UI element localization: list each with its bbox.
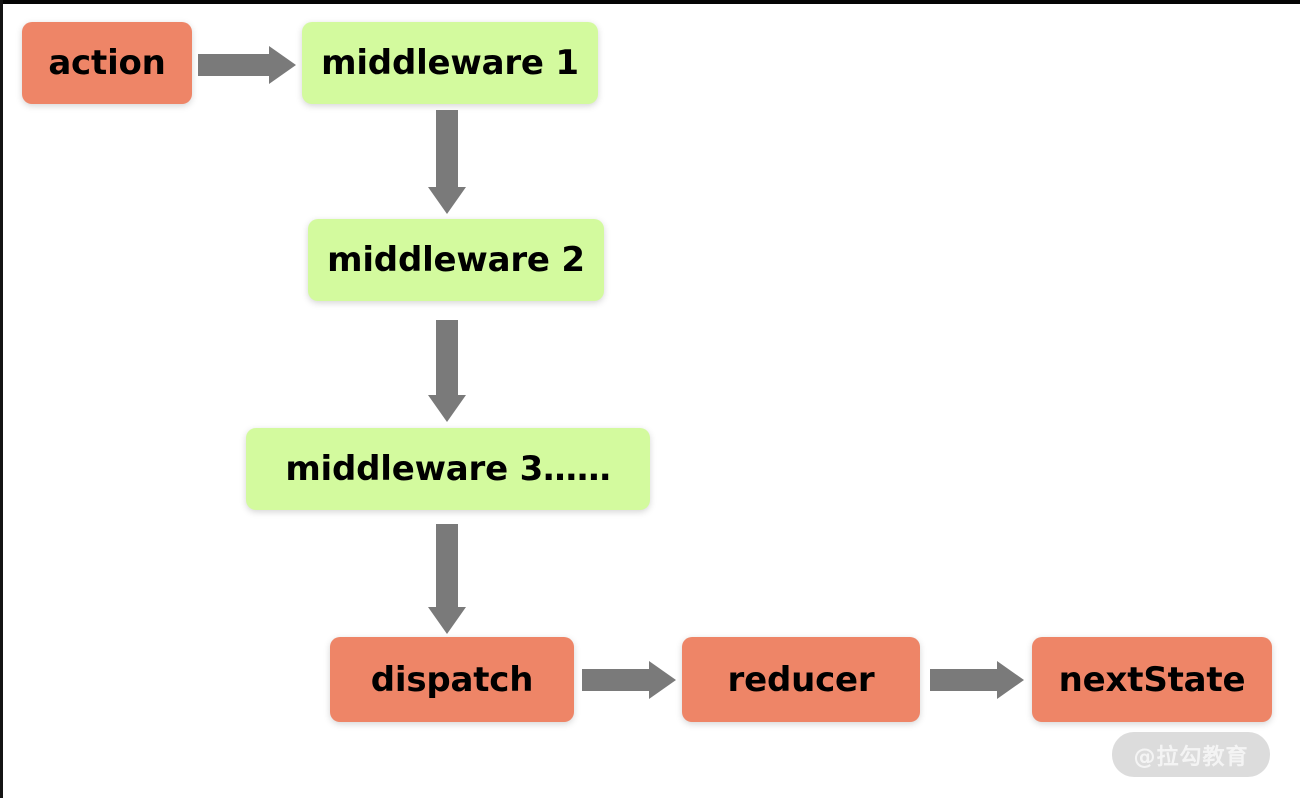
node-action: action: [22, 22, 192, 104]
arrow-action-to-middleware1: [198, 46, 296, 84]
node-label: nextState: [1058, 659, 1246, 700]
node-label: middleware 3……: [285, 449, 611, 489]
node-dispatch: dispatch: [330, 637, 574, 722]
node-label: dispatch: [370, 659, 534, 700]
node-reducer: reducer: [682, 637, 920, 722]
node-nextState: nextState: [1032, 637, 1272, 722]
watermark-badge: @拉勾教育: [1112, 732, 1270, 777]
diagram-canvas: action middleware 1 middleware 2 middleware…: [0, 0, 1300, 798]
frame-top-border: [0, 0, 1300, 4]
arrow-reducer-to-nextstate: [930, 661, 1024, 699]
node-middleware3: middleware 3……: [246, 428, 650, 510]
arrow-middleware2-to-middleware3: [428, 320, 466, 422]
node-label: middleware 1: [321, 43, 579, 83]
arrow-middleware1-to-middleware2: [428, 110, 466, 214]
node-label: action: [48, 43, 166, 83]
frame-left-border: [0, 0, 3, 798]
node-label: middleware 2: [327, 240, 585, 280]
node-label: reducer: [727, 659, 875, 700]
arrow-middleware3-to-dispatch: [428, 524, 466, 634]
arrow-dispatch-to-reducer: [582, 661, 676, 699]
node-middleware2: middleware 2: [308, 219, 604, 301]
node-middleware1: middleware 1: [302, 22, 598, 104]
